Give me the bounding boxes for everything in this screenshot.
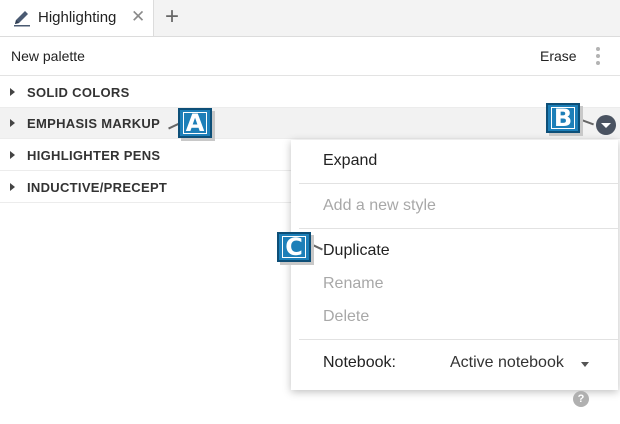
group-label: INDUCTIVE/PRECEPT (27, 180, 168, 195)
caret-right-icon (10, 119, 15, 127)
menu-item-delete: Delete (323, 308, 370, 325)
notebook-label: Notebook: (323, 354, 396, 371)
palette-toolbar: New palette Erase (0, 37, 620, 76)
group-label: HIGHLIGHTER PENS (27, 148, 161, 163)
menu-item-duplicate[interactable]: Duplicate (323, 242, 390, 260)
group-label: SOLID COLORS (27, 85, 130, 100)
plus-icon[interactable]: + (165, 4, 179, 30)
caret-right-icon (10, 183, 15, 191)
menu-item-add-style: Add a new style (323, 197, 436, 214)
group-inductive-precept[interactable]: INDUCTIVE/PRECEPT (0, 172, 292, 203)
erase-button[interactable]: Erase (540, 48, 577, 64)
group-solid-colors[interactable]: SOLID COLORS (0, 77, 620, 108)
group-highlighter-pens[interactable]: HIGHLIGHTER PENS (0, 140, 292, 171)
caret-right-icon (10, 88, 15, 96)
group-emphasis-markup[interactable]: EMPHASIS MARKUP (0, 108, 620, 139)
menu-item-rename: Rename (323, 275, 384, 292)
notebook-select[interactable]: Active notebook (450, 354, 564, 372)
callout-c: C (277, 232, 311, 262)
pencil-icon (14, 11, 30, 27)
tab-label: Highlighting (38, 9, 117, 26)
kebab-icon[interactable] (595, 47, 601, 65)
palette-name[interactable]: New palette (11, 48, 85, 64)
menu-divider (299, 339, 618, 340)
menu-item-expand[interactable]: Expand (323, 152, 377, 170)
caret-right-icon (10, 151, 15, 159)
callout-b: B (546, 103, 580, 133)
chevron-down-icon[interactable] (581, 362, 589, 367)
group-label: EMPHASIS MARKUP (27, 116, 161, 131)
tab-highlighting[interactable]: Highlighting ✕ (0, 0, 154, 36)
close-icon[interactable]: ✕ (131, 8, 145, 26)
menu-divider (299, 228, 618, 229)
callout-a: A (178, 108, 212, 138)
chevron-down-icon[interactable] (596, 115, 616, 135)
help-icon[interactable]: ? (573, 391, 589, 407)
tab-bar: Highlighting ✕ + (0, 0, 620, 37)
menu-divider (299, 183, 618, 184)
group-context-menu: Expand Add a new style Duplicate Rename … (291, 140, 618, 390)
